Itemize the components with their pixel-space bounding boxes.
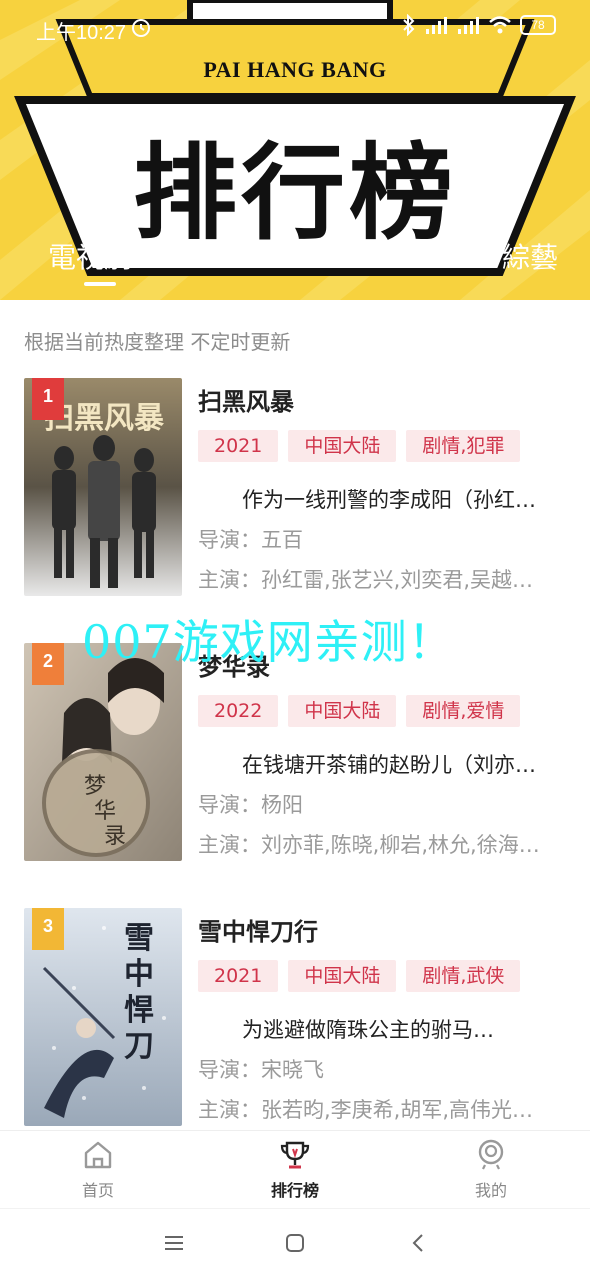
back-icon[interactable] bbox=[407, 1231, 431, 1255]
menu-icon[interactable] bbox=[162, 1231, 186, 1255]
watermark-text: 007游戏网亲测！ bbox=[82, 615, 455, 669]
nav-ranking[interactable]: 排行榜 bbox=[240, 1139, 350, 1201]
svg-text:华: 华 bbox=[94, 799, 116, 824]
svg-text:雪: 雪 bbox=[124, 921, 154, 956]
tag-region: 中国大陆 bbox=[288, 430, 397, 462]
tag-genre: 剧情,犯罪 bbox=[406, 430, 521, 462]
home-icon bbox=[84, 1141, 112, 1169]
battery-indicator: 78 bbox=[520, 15, 556, 35]
banner-pinyin-title: PAI HANG BANG bbox=[203, 57, 387, 82]
bluetooth-icon bbox=[403, 14, 415, 36]
item-actors: 主演：张若昀,李庚希,胡军,高伟光… bbox=[198, 1098, 534, 1122]
bottom-nav: 首页 排行榜 我的 bbox=[0, 1130, 590, 1208]
item-title[interactable]: 扫黑风暴 bbox=[198, 382, 294, 417]
list-item[interactable]: 扫黑风暴 1 扫黑风暴 2021 中国大陆 剧情,犯罪 作为一线刑警的李成阳（孙… bbox=[0, 376, 590, 596]
tag-region: 中国大陆 bbox=[288, 695, 397, 727]
tag-genre: 剧情,爱情 bbox=[406, 695, 521, 727]
svg-text:中: 中 bbox=[124, 957, 154, 992]
item-description: 作为一线刑警的李成阳（孙红雷 饰）… bbox=[242, 488, 538, 512]
tag-group: 2021 中国大陆 剧情,犯罪 bbox=[198, 430, 521, 462]
nav-ranking-label: 排行榜 bbox=[270, 1181, 319, 1200]
wifi-icon bbox=[489, 16, 511, 34]
signal-icon-2 bbox=[458, 17, 479, 34]
nav-profile-label: 我的 bbox=[474, 1181, 507, 1200]
list-item[interactable]: 雪 中 悍 刀 3 雪中悍刀行 2021 中国大陆 剧情,武侠 为逃避做隋珠公主… bbox=[0, 906, 590, 1126]
item-director: 导演：宋晓飞 bbox=[198, 1058, 324, 1082]
item-actors: 主演：刘亦菲,陈晓,柳岩,林允,徐海乔… bbox=[198, 833, 540, 857]
nav-profile[interactable]: 我的 bbox=[436, 1139, 546, 1201]
rank-badge: 3 bbox=[32, 908, 64, 950]
rank-badge: 1 bbox=[32, 378, 64, 420]
svg-text:刀: 刀 bbox=[124, 1029, 154, 1064]
tag-group: 2021 中国大陆 剧情,武侠 bbox=[198, 960, 521, 992]
nav-home-label: 首页 bbox=[81, 1181, 114, 1200]
tab-tv-series[interactable]: 電視劇 bbox=[48, 236, 132, 276]
tag-genre: 剧情,武侠 bbox=[406, 960, 521, 992]
item-description: 在钱塘开茶铺的赵盼儿（刘亦菲 饰）… bbox=[242, 753, 538, 777]
header-banner: 上午10:27 78 PAI HANG BANG 排行榜 電視劇 綜藝 bbox=[0, 0, 590, 300]
alarm-icon bbox=[132, 19, 150, 37]
item-title[interactable]: 雪中悍刀行 bbox=[198, 912, 318, 947]
tab-variety[interactable]: 綜藝 bbox=[502, 236, 558, 276]
active-tab-indicator bbox=[84, 282, 116, 286]
home-button-icon[interactable] bbox=[283, 1231, 307, 1255]
poster-image: 扫黑风暴 1 bbox=[24, 378, 182, 596]
nav-home[interactable]: 首页 bbox=[43, 1139, 153, 1201]
trophy-icon bbox=[280, 1141, 310, 1169]
item-description: 为逃避做隋珠公主的驸马… bbox=[242, 1018, 494, 1042]
poster-image: 雪 中 悍 刀 3 bbox=[24, 908, 182, 1126]
item-director: 导演：杨阳 bbox=[198, 793, 303, 817]
tag-group: 2022 中国大陆 剧情,爱情 bbox=[198, 695, 521, 727]
tag-year: 2021 bbox=[198, 430, 279, 462]
tag-year: 2022 bbox=[198, 695, 279, 727]
poster-image: 梦 华 录 2 bbox=[24, 643, 182, 861]
list-item[interactable]: 梦 华 录 2 梦华录 2022 中国大陆 剧情,爱情 在钱塘开茶铺的赵盼儿（刘… bbox=[0, 641, 590, 861]
tag-year: 2021 bbox=[198, 960, 279, 992]
profile-icon bbox=[478, 1139, 504, 1170]
svg-text:悍: 悍 bbox=[124, 993, 154, 1028]
tag-region: 中国大陆 bbox=[288, 960, 397, 992]
status-icons: 78 bbox=[402, 14, 556, 36]
system-nav-bar bbox=[0, 1208, 590, 1278]
svg-text:梦: 梦 bbox=[84, 774, 106, 799]
item-director: 导演：五百 bbox=[198, 528, 303, 552]
signal-icon bbox=[426, 17, 447, 34]
item-actors: 主演：孙红雷,张艺兴,刘奕君,吴越… bbox=[198, 568, 534, 592]
update-note: 根据当前热度整理 不定时更新 bbox=[24, 330, 291, 354]
status-time: 上午10:27 bbox=[36, 22, 127, 44]
svg-text:录: 录 bbox=[104, 824, 126, 849]
status-bar: 上午10:27 78 bbox=[0, 0, 590, 56]
rank-badge: 2 bbox=[32, 643, 64, 685]
